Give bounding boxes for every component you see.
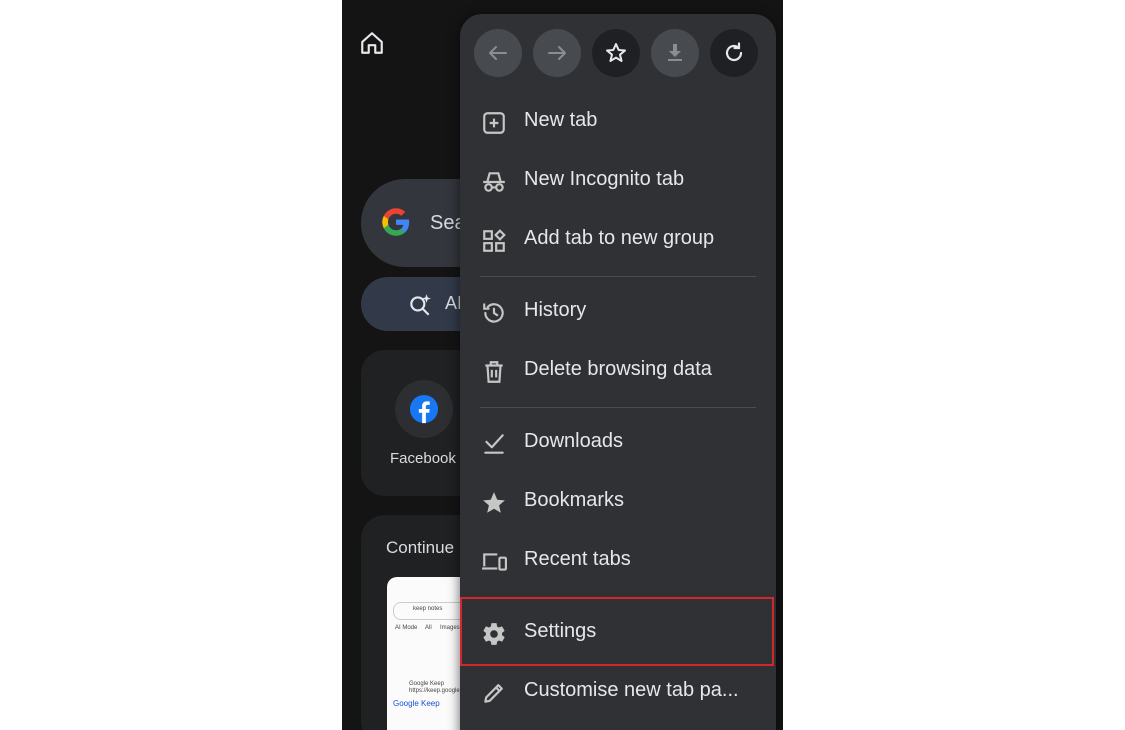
thumbnail-query: keep notes [413, 606, 443, 612]
menu-item-label: New tab [524, 109, 598, 131]
download-icon [668, 44, 682, 61]
tab-group-icon [483, 229, 506, 252]
thumbnail-tab: Images [440, 625, 460, 631]
downloads-icon [484, 434, 504, 454]
facebook-icon [409, 394, 439, 424]
back-icon [489, 46, 507, 60]
menu-item-history[interactable]: History [460, 283, 776, 342]
menu-item-new-tab[interactable]: New tab [460, 93, 776, 152]
menu-item-customise-new-tab-page[interactable]: Customise new tab pa... [460, 663, 776, 722]
thumbnail-result-title: Google Keep [409, 681, 445, 687]
thumbnail-tab: AI Mode [395, 625, 418, 631]
back-button[interactable] [474, 29, 522, 77]
devices-icon [482, 553, 507, 571]
continue-heading: Continue [386, 538, 455, 557]
forward-button[interactable] [533, 29, 581, 77]
bookmark-star-icon [483, 492, 505, 513]
menu-item-label: Downloads [524, 430, 623, 452]
ai-search-icon [410, 294, 431, 316]
menu-item-delete-browsing-data[interactable]: Delete browsing data [460, 342, 776, 401]
menu-item-add-tab-group[interactable]: Add tab to new group [460, 211, 776, 270]
history-icon [483, 303, 504, 323]
shortcut-label: Facebook [390, 450, 456, 467]
trash-icon [485, 361, 503, 383]
download-button[interactable] [651, 29, 699, 77]
forward-icon [548, 46, 566, 60]
home-icon[interactable] [359, 30, 385, 56]
menu-item-recent-tabs[interactable]: Recent tabs [460, 532, 776, 591]
refresh-button[interactable] [710, 29, 758, 77]
menu-item-label: Delete browsing data [524, 358, 712, 380]
star-icon [606, 43, 626, 62]
menu-divider [480, 276, 756, 277]
menu-item-label: New Incognito tab [524, 168, 685, 190]
menu-item-downloads[interactable]: Downloads [460, 414, 776, 473]
menu-nav-row [474, 29, 764, 79]
menu-item-label: Add tab to new group [524, 227, 715, 249]
menu-item-label: Bookmarks [524, 489, 625, 511]
new-tab-icon [483, 112, 505, 134]
google-logo-icon [382, 208, 410, 236]
pencil-icon [484, 684, 503, 703]
facebook-shortcut[interactable] [395, 380, 453, 438]
menu-item-label: History [524, 299, 587, 321]
menu-item-bookmarks[interactable]: Bookmarks [460, 473, 776, 532]
menu-item-label: Recent tabs [524, 548, 631, 570]
bookmark-button[interactable] [592, 29, 640, 77]
refresh-icon [725, 42, 743, 62]
menu-divider [480, 407, 756, 408]
incognito-icon [483, 172, 505, 192]
menu-item-new-incognito-tab[interactable]: New Incognito tab [460, 152, 776, 211]
thumbnail-tab: All [425, 625, 432, 631]
thumbnail-result-link: Google Keep [393, 699, 440, 708]
settings-highlight-box [460, 597, 774, 666]
menu-item-label: Customise new tab pa... [524, 679, 739, 701]
